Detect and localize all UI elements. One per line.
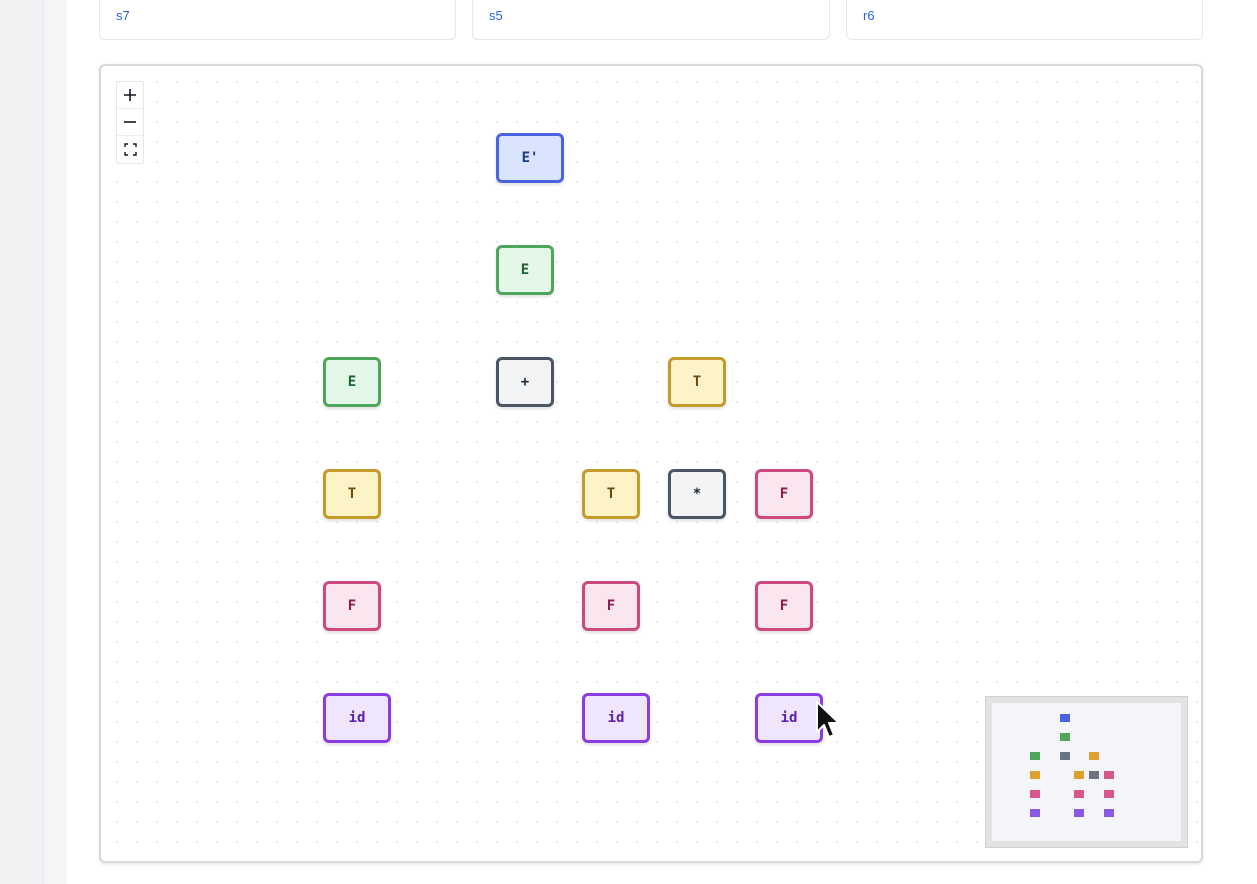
fit-view-icon	[123, 143, 137, 156]
tree-node-T[interactable]: T	[323, 469, 381, 519]
node-label: *	[692, 486, 702, 502]
zoom-controls	[116, 81, 144, 164]
tree-node-T[interactable]: T	[668, 357, 726, 407]
tree-node-E[interactable]: E	[496, 245, 554, 295]
minimap-node	[1030, 790, 1040, 798]
action-value: s7	[116, 8, 130, 23]
panel-gutter	[44, 0, 67, 884]
left-rail	[0, 0, 44, 884]
minimap-node	[1030, 809, 1040, 817]
minus-icon	[124, 121, 136, 123]
node-label: F	[779, 486, 789, 502]
node-label: F	[606, 598, 616, 614]
node-label: id	[607, 710, 625, 726]
node-label: id	[348, 710, 366, 726]
minimap-node	[1104, 771, 1114, 779]
tree-node-augmented-start[interactable]: E'	[496, 133, 564, 183]
node-label: T	[692, 374, 702, 390]
node-label: +	[520, 374, 530, 390]
zoom-out-button[interactable]	[117, 109, 143, 136]
mouse-pointer-icon	[816, 701, 840, 738]
node-label: E	[520, 262, 530, 278]
tree-node-F[interactable]: F	[323, 581, 381, 631]
minimap-node	[1089, 771, 1099, 779]
tree-node-plus[interactable]: +	[496, 357, 554, 407]
minimap-viewport	[992, 703, 1181, 841]
node-label: E	[347, 374, 357, 390]
zoom-in-button[interactable]	[117, 82, 143, 109]
action-card-2: s5	[472, 0, 830, 40]
action-card-1: s7	[99, 0, 456, 40]
minimap-node	[1104, 790, 1114, 798]
node-label: T	[606, 486, 616, 502]
parse-tree-canvas[interactable]: E' E E + T T T * F F F F id id id	[99, 64, 1203, 863]
minimap-node	[1089, 752, 1099, 760]
node-label: F	[347, 598, 357, 614]
plus-icon	[124, 89, 136, 101]
node-label: id	[780, 710, 798, 726]
minimap-node	[1074, 771, 1084, 779]
fit-view-button[interactable]	[117, 136, 143, 163]
tree-node-id[interactable]: id	[582, 693, 650, 743]
node-label: F	[779, 598, 789, 614]
tree-node-star[interactable]: *	[668, 469, 726, 519]
action-card-3: r6	[846, 0, 1203, 40]
minimap-node	[1060, 752, 1070, 760]
minimap-node	[1074, 809, 1084, 817]
action-value: s5	[489, 8, 503, 23]
minimap-node	[1104, 809, 1114, 817]
node-label: E'	[521, 150, 539, 166]
tree-node-id[interactable]: id	[755, 693, 823, 743]
minimap-node	[1030, 771, 1040, 779]
tree-node-F[interactable]: F	[755, 469, 813, 519]
minimap[interactable]	[985, 696, 1188, 848]
tree-node-T[interactable]: T	[582, 469, 640, 519]
tree-node-E[interactable]: E	[323, 357, 381, 407]
tree-node-id[interactable]: id	[323, 693, 391, 743]
minimap-node	[1060, 714, 1070, 722]
minimap-node	[1074, 790, 1084, 798]
tree-node-F[interactable]: F	[755, 581, 813, 631]
action-value: r6	[863, 8, 875, 23]
minimap-node	[1030, 752, 1040, 760]
minimap-node	[1060, 733, 1070, 741]
tree-node-F[interactable]: F	[582, 581, 640, 631]
node-label: T	[347, 486, 357, 502]
